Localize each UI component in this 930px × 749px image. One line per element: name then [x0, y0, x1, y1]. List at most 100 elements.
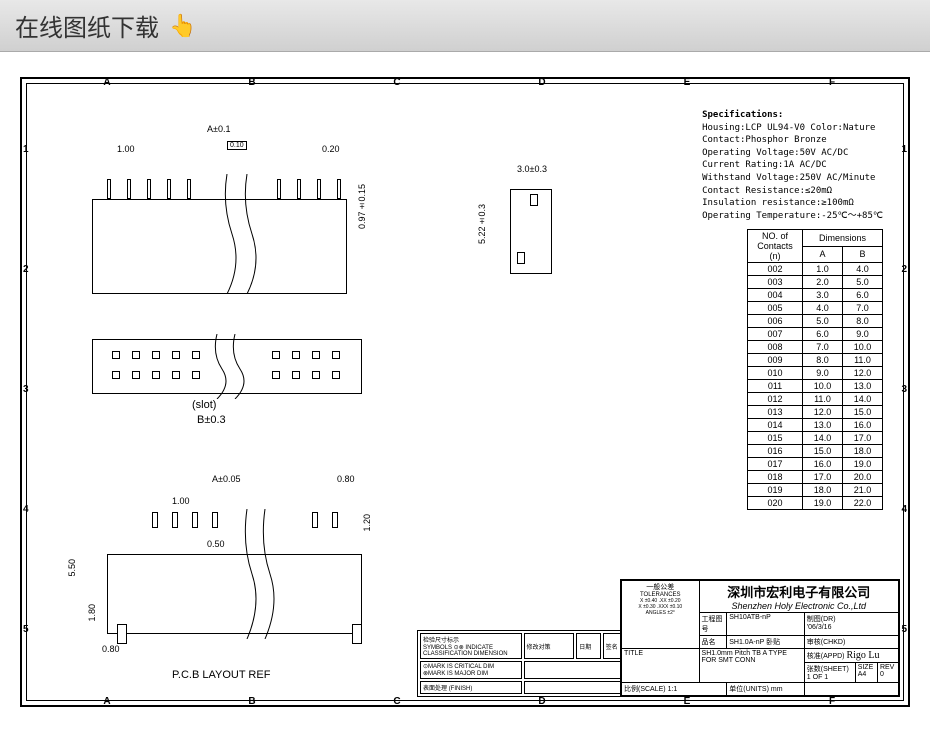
dim-h3: 1.20	[362, 514, 372, 532]
cell-n: 018	[748, 471, 803, 484]
cell-a: 10.0	[803, 380, 843, 393]
cell-n: 013	[748, 406, 803, 419]
slot-opening	[272, 371, 280, 379]
pcb-pad	[332, 512, 338, 528]
cell-n: 014	[748, 419, 803, 432]
connector-pin	[147, 179, 151, 199]
cell-b: 14.0	[843, 393, 883, 406]
col-label-e-bot: E	[677, 696, 697, 707]
spec-line: Operating Voltage:50V AC/DC	[702, 147, 883, 160]
cell-n: 012	[748, 393, 803, 406]
slot-opening	[132, 351, 140, 359]
slot-opening	[152, 351, 160, 359]
slot-opening	[132, 371, 140, 379]
cell-n: 008	[748, 341, 803, 354]
cell-a: 13.0	[803, 419, 843, 432]
slot-opening	[172, 351, 180, 359]
pcb-pad	[192, 512, 198, 528]
cell-b: 20.0	[843, 471, 883, 484]
chk-label: 审核(CHKD)	[804, 636, 898, 649]
connector-pin	[337, 179, 341, 199]
tol-title: 一般公差	[624, 582, 697, 592]
dim-table-hdr-b: B	[843, 246, 883, 263]
cell-a: 7.0	[803, 341, 843, 354]
connector-pin	[317, 179, 321, 199]
col-label-d-top: D	[532, 77, 552, 88]
row-label-4-l: 4	[23, 504, 29, 520]
cell-a: 5.0	[803, 315, 843, 328]
size-label: SIZE	[858, 664, 874, 671]
detail-notch	[530, 194, 538, 206]
cell-b: 18.0	[843, 445, 883, 458]
slot-opening	[112, 351, 120, 359]
cell-a: 8.0	[803, 354, 843, 367]
surf-label: 表面处理	[423, 686, 447, 692]
row-label-1-l: 1	[23, 144, 29, 160]
cell-b: 21.0	[843, 484, 883, 497]
table-row: 0065.08.0	[748, 315, 883, 328]
scale-value: 1:1	[668, 686, 678, 693]
col-label-e-top: E	[677, 77, 697, 88]
slot-opening	[272, 351, 280, 359]
row-label-3-l: 3	[23, 384, 29, 400]
cell-a: 12.0	[803, 406, 843, 419]
spec-line: Operating Temperature:-25℃～+85℃	[702, 210, 883, 223]
dim-a: A±0.1	[207, 124, 230, 134]
sheet-value: 1 OF 1	[807, 674, 828, 681]
cell-n: 019	[748, 484, 803, 497]
unit-value: mm	[771, 686, 783, 693]
pcb-outline	[107, 554, 362, 634]
company-name-cn: 深圳市宏利电子有限公司	[702, 582, 896, 601]
appd-label: 核准(APPD)	[807, 653, 845, 660]
insp-label: 检验尺寸标示	[423, 638, 459, 644]
cell-b: 10.0	[843, 341, 883, 354]
cell-b: 4.0	[843, 263, 883, 276]
size-value: A4	[858, 671, 867, 678]
top-bar-title: 在线图纸下载	[15, 8, 159, 43]
title-label: TITLE	[622, 649, 700, 683]
slot-opening	[192, 351, 200, 359]
cell-n: 005	[748, 302, 803, 315]
sheet-label: 张数(SHEET)	[807, 666, 849, 673]
slot-opening	[192, 371, 200, 379]
dim-pitch: 1.00	[172, 496, 190, 506]
hand-pointer-icon[interactable]: 👆	[169, 13, 196, 39]
spec-line: Contact:Phosphor Bronze	[702, 134, 883, 147]
connector-pin	[297, 179, 301, 199]
cell-n: 006	[748, 315, 803, 328]
table-row: 0043.06.0	[748, 289, 883, 302]
dim-pitch: 1.00	[117, 144, 135, 154]
pcb-pad	[212, 512, 218, 528]
view-side-profile: 3.0±0.3 5.22±0.3	[482, 164, 582, 284]
cell-n: 011	[748, 380, 803, 393]
part-value: SH1.0A-nP 卧贴	[727, 636, 805, 649]
slot-opening	[312, 351, 320, 359]
cell-b: 7.0	[843, 302, 883, 315]
cell-a: 19.0	[803, 497, 843, 510]
draw-value: SH10ATB-nP	[727, 613, 805, 636]
table-row: 0032.05.0	[748, 276, 883, 289]
draw-label: 工程图号	[699, 613, 727, 636]
spec-line: Contact Resistance:≤20mΩ	[702, 185, 883, 198]
dim-b: B±0.3	[197, 414, 226, 426]
pcb-mounting-pad	[117, 624, 127, 644]
table-row: 0098.011.0	[748, 354, 883, 367]
cell-n: 015	[748, 432, 803, 445]
mod-date: 日期	[576, 633, 600, 659]
cell-a: 11.0	[803, 393, 843, 406]
row-label-5-r: 5	[901, 624, 907, 640]
cell-a: 16.0	[803, 458, 843, 471]
col-label-b-bot: B	[242, 696, 262, 707]
cell-n: 016	[748, 445, 803, 458]
row-label-4-r: 4	[901, 504, 907, 520]
break-line-icon	[207, 334, 257, 399]
dimension-table: NO. of Contacts (n) Dimensions A B 0021.…	[747, 229, 883, 510]
part-label: 品名	[699, 636, 727, 649]
col-label-d-bot: D	[532, 696, 552, 707]
col-label-f-bot: F	[822, 696, 842, 707]
col-label-b-top: B	[242, 77, 262, 88]
dim-a: A±0.05	[212, 474, 240, 484]
view-pcb-layout: A±0.05 0.80 1.00 0.50 5.50 1.80 1.20 0.8…	[62, 474, 392, 694]
cell-n: 010	[748, 367, 803, 380]
cell-b: 8.0	[843, 315, 883, 328]
